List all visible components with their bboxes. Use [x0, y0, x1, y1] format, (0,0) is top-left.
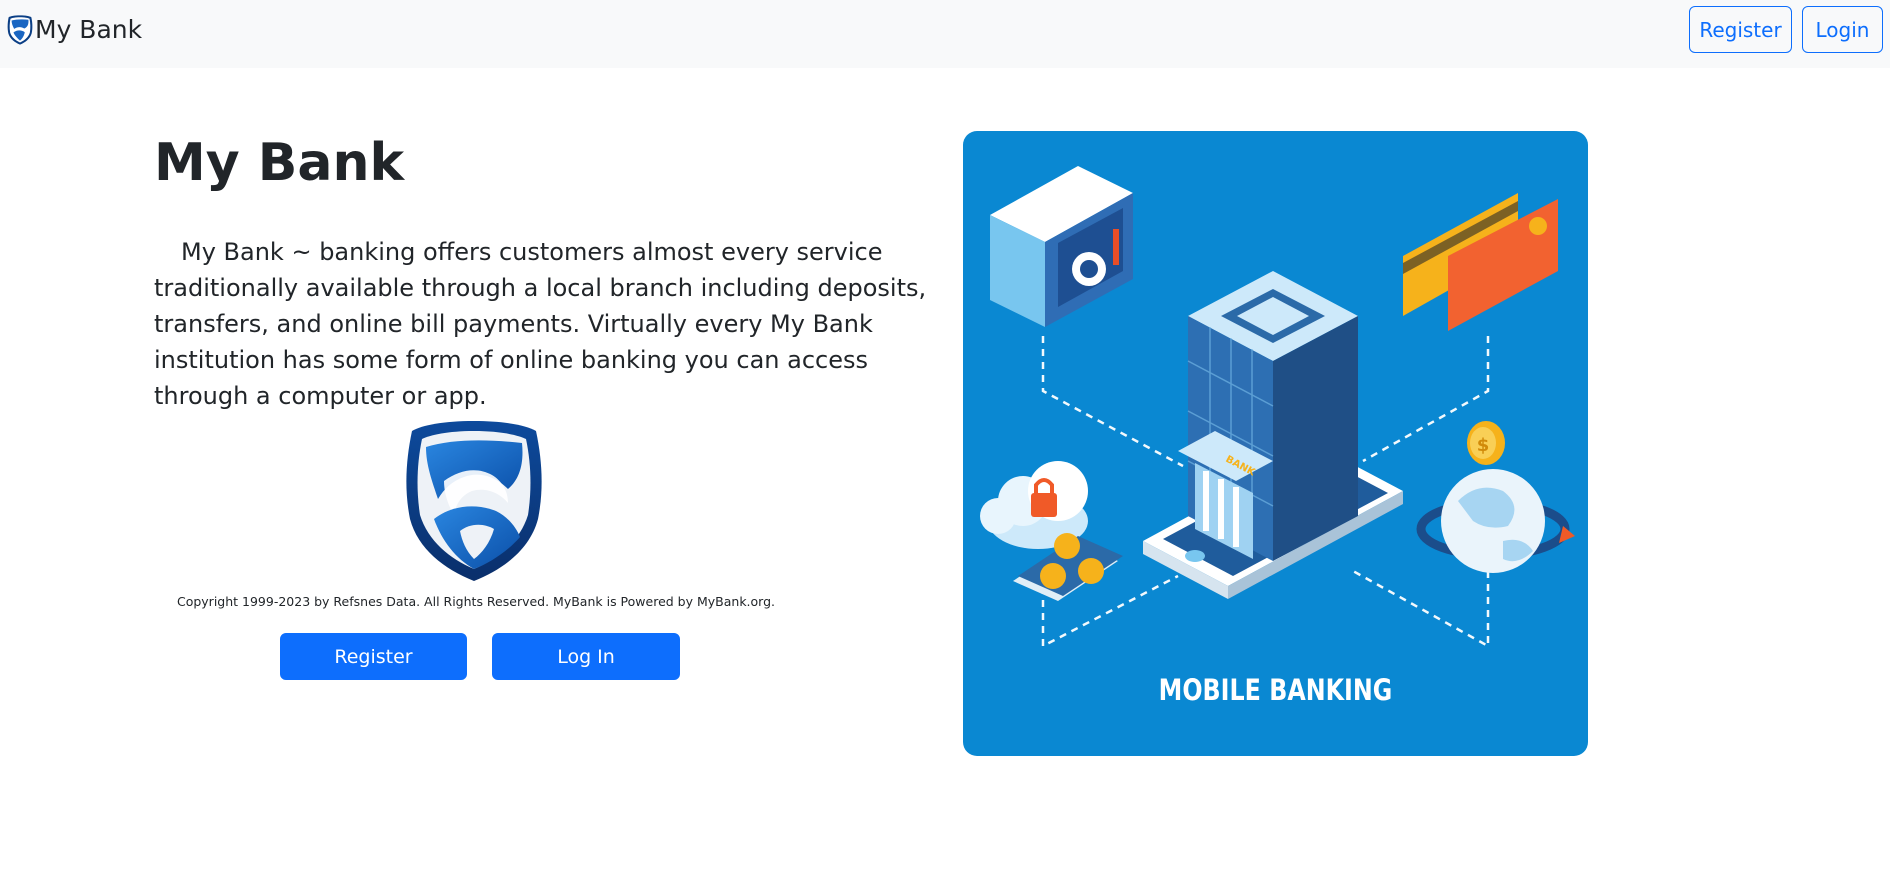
nav-register-button[interactable]: Register [1689, 6, 1792, 53]
hero-description: My Bank ~ banking offers customers almos… [154, 238, 927, 410]
svg-text:$: $ [1477, 435, 1490, 456]
globe-icon [1416, 469, 1575, 573]
illustration-art: $ BANK [980, 166, 1575, 649]
bank-building-icon: BANK [1178, 271, 1358, 561]
brand-link[interactable]: My Bank [6, 12, 142, 48]
copyright-text: Copyright 1999-2023 by Refsnes Data. All… [176, 594, 776, 609]
register-button[interactable]: Register [280, 633, 467, 680]
login-button[interactable]: Log In [492, 633, 680, 680]
illustration-caption: MOBILE BANKING [1158, 673, 1393, 707]
nav-login-button[interactable]: Login [1802, 6, 1883, 53]
coin-icon: $ [1467, 421, 1505, 465]
shield-logo-icon [7, 15, 33, 45]
safe-icon [990, 166, 1133, 327]
navbar: My Bank Register Login [0, 0, 1890, 68]
credit-card-icon [1403, 193, 1558, 331]
page-title: My Bank [154, 133, 405, 193]
mobile-banking-illustration: $ BANK MOBILE BANKING [963, 131, 1588, 756]
shield-logo-icon [406, 421, 542, 581]
brand-title: My Bank [35, 15, 143, 44]
